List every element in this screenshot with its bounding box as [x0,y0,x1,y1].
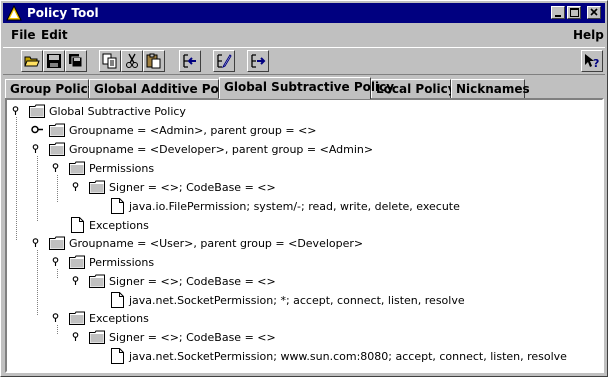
save-button[interactable] [43,50,65,72]
edit-icon [217,54,232,69]
svg-text:?: ? [593,57,599,69]
add-icon [183,54,196,68]
expanded-handle-icon [52,163,59,172]
expanded-handle-icon [72,276,79,285]
folder-icon [49,123,65,137]
document-icon [71,217,84,233]
open-button[interactable] [21,50,43,72]
tab-group-policy[interactable]: Group Policy [5,79,96,98]
minimize-button[interactable] [551,6,565,19]
expanded-handle-icon [32,238,39,247]
expanded-handle-icon [12,106,19,115]
collapsed-handle-icon [31,125,43,134]
folder-icon [49,142,65,156]
tree-node-label: Signer = <>; CodeBase = <> [109,181,276,194]
expanded-handle-icon [72,182,79,191]
tree-node-label: Signer = <>; CodeBase = <> [109,331,276,344]
tree-node-label: Groupname = <Admin>, parent group = <> [69,124,317,137]
menu-edit[interactable]: Edit [41,28,68,42]
edit-button[interactable] [213,50,235,72]
tree-guide-line [37,156,38,221]
tree-node-label: Permissions [89,162,155,175]
tree-guide-line [16,117,17,240]
toolbar: ? [3,47,605,75]
close-icon [590,8,598,16]
window-title: Policy Tool [27,6,99,20]
tree-guide-line [37,250,38,315]
paste-icon [146,53,161,69]
policy-tool-window: Policy Tool File Edit Help ? Group Polic… [0,0,608,377]
save-all-button[interactable] [65,50,87,72]
paste-button[interactable] [143,50,165,72]
copy-icon [102,53,117,69]
cut-button[interactable] [121,50,143,72]
close-button[interactable] [587,6,601,19]
tree-guide-line [57,269,58,278]
policy-tree: Global Subtractive Policy Groupname = <A… [7,100,602,371]
tree-node-label: java.net.SocketPermission; www.sun.com:8… [129,350,567,363]
policy-tree-panel: Global Subtractive Policy Groupname = <A… [5,98,604,373]
folder-icon [89,330,105,344]
save-all-icon [69,54,83,68]
context-help-icon: ? [585,54,599,69]
tab-nicknames[interactable]: Nicknames [451,79,530,98]
context-help-button[interactable]: ? [581,50,603,72]
expanded-handle-icon [52,257,59,266]
title-bar[interactable]: Policy Tool [3,3,605,23]
folder-icon [69,161,85,175]
open-icon [24,56,40,67]
folder-icon [89,274,105,288]
tree-node-label: Groupname = <User>, parent group = <Deve… [69,237,364,250]
menu-bar: File Edit Help [3,25,605,45]
tree-node-label: Permissions [89,256,155,269]
menu-file[interactable]: File [11,28,36,42]
document-icon [111,348,124,364]
folder-icon [49,236,65,250]
tree-node-label: Groupname = <Developer>, parent group = … [69,143,374,156]
minimize-icon [555,15,561,17]
tab-global-subtractive-policy[interactable]: Global Subtractive Policy [219,77,394,99]
tree-node-label: Exceptions [89,219,149,232]
folder-icon [89,180,105,194]
expanded-handle-icon [32,144,39,153]
folder-icon [29,104,45,118]
app-icon [6,5,22,21]
tree-guide-line [57,175,58,202]
maximize-button[interactable] [567,6,581,19]
cut-icon [126,53,138,68]
tree-node-label: Exceptions [89,312,149,325]
menu-help[interactable]: Help [573,28,604,42]
remove-button[interactable] [247,50,269,72]
tree-node-label: Global Subtractive Policy [49,105,186,118]
tab-global-additive-policy[interactable]: Global Additive Policy [89,79,242,98]
tree-node-label: Signer = <>; CodeBase = <> [109,275,276,288]
maximize-icon [570,8,579,17]
expanded-handle-icon [52,313,59,322]
tree-guide-line [57,325,58,334]
expanded-handle-icon [72,332,79,341]
tree-node-label: java.io.FilePermission; system/-; read, … [129,200,460,213]
document-icon [111,198,124,214]
tab-bar: Group Policy Global Additive Policy Glob… [1,77,608,99]
save-icon [47,54,61,68]
document-icon [111,292,124,308]
remove-icon [251,54,266,68]
add-button[interactable] [179,50,201,72]
copy-button[interactable] [99,50,121,72]
folder-icon [69,255,85,269]
tree-node-label: java.net.SocketPermission; *; accept, co… [129,294,465,307]
folder-icon [69,311,85,325]
